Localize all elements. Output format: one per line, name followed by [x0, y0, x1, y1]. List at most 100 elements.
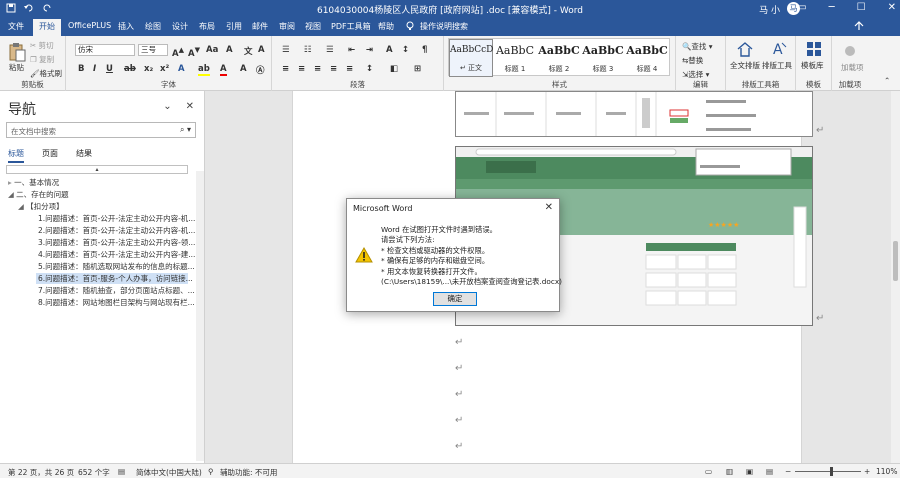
grow-font-icon[interactable]: A▲	[172, 45, 184, 59]
full-layout-button[interactable]: 全文排版	[730, 60, 760, 71]
proofing-icon[interactable]: ▤	[118, 467, 125, 476]
tab-mailings[interactable]: 邮件	[252, 21, 268, 32]
nav-heading[interactable]: 2.问题描述：首页-公开-法定主动公开内容-机...	[38, 225, 195, 236]
subscript-icon[interactable]: x₂	[144, 64, 153, 74]
tab-pdf-toolbox[interactable]: PDF工具箱	[331, 21, 371, 32]
distributed-icon[interactable]: ≡	[346, 64, 353, 74]
multilevel-list-icon[interactable]: ☰	[326, 45, 334, 55]
line-spacing-icon[interactable]: ↕	[366, 64, 373, 74]
zoom-out-icon[interactable]: −	[785, 467, 791, 476]
justify-icon[interactable]: ≡	[330, 64, 337, 74]
borders-icon[interactable]: ⊞	[414, 64, 421, 74]
vertical-scrollbar[interactable]	[891, 91, 900, 463]
paste-icon[interactable]	[8, 42, 26, 62]
align-left-icon[interactable]: ≡	[282, 64, 289, 74]
nav-heading[interactable]: 5.问题描述：随机选取网站发布的信息的标题...	[38, 261, 195, 272]
close-icon[interactable]: ✕	[888, 2, 896, 13]
cut-button[interactable]: ✂ 剪切	[30, 40, 54, 51]
page-count[interactable]: 第 22 页，共 26 页	[8, 467, 74, 478]
template-lib-button[interactable]: 模板库	[801, 60, 824, 71]
accessibility-status[interactable]: 辅助功能: 不可用	[220, 467, 277, 478]
chinese-layout-icon[interactable]: A	[386, 45, 393, 55]
tab-layout[interactable]: 布局	[199, 21, 215, 32]
zoom-slider[interactable]	[795, 471, 861, 472]
ribbon-display-icon[interactable]: ▭	[797, 2, 806, 13]
italic-icon[interactable]: I	[93, 64, 96, 74]
copy-button[interactable]: ❐ 复制	[30, 54, 54, 65]
superscript-icon[interactable]: x²	[160, 64, 169, 74]
find-button[interactable]: 🔍查找 ▾	[682, 41, 713, 52]
underline-icon[interactable]: U	[106, 64, 113, 74]
load-item-button[interactable]: 加载项	[841, 62, 864, 73]
zoom-in-icon[interactable]: +	[864, 467, 870, 476]
search-icon[interactable]: ⌕ ▾	[180, 125, 191, 135]
template-lib-icon[interactable]	[805, 40, 823, 58]
tab-view[interactable]: 视图	[305, 21, 321, 32]
nav-heading[interactable]: 8.问题描述：网站地图栏目架构与网站现有栏...	[38, 297, 195, 308]
zoom-level[interactable]: 110%	[876, 467, 897, 476]
full-layout-icon[interactable]	[736, 40, 754, 58]
nav-heading[interactable]: 7.问题描述：随机抽查，部分页面站点标题、...	[38, 285, 195, 296]
collapse-all-bar[interactable]: ▴	[6, 165, 188, 174]
font-color-icon[interactable]: A	[220, 64, 227, 76]
format-painter-button[interactable]: 🖌格式刷	[30, 68, 62, 79]
bold-icon[interactable]: B	[78, 64, 84, 74]
tab-review[interactable]: 审阅	[279, 21, 295, 32]
zoom-slider-thumb[interactable]	[830, 467, 833, 476]
ok-button[interactable]: 确定	[433, 292, 477, 306]
tab-references[interactable]: 引用	[226, 21, 242, 32]
language[interactable]: 简体中文(中国大陆)	[136, 467, 202, 478]
layout-tool-button[interactable]: 排版工具	[762, 60, 792, 71]
clear-formatting-icon[interactable]: A	[226, 45, 233, 55]
user-name[interactable]: 马 小	[759, 3, 780, 16]
nav-heading[interactable]: ◢ 二、存在的问题	[8, 189, 194, 200]
chevron-down-icon[interactable]: ⌄	[163, 101, 171, 112]
nav-heading[interactable]: 4.问题描述：首页-公开-法定主动公开内容-建...	[38, 249, 195, 260]
paste-button[interactable]: 粘贴	[9, 62, 24, 73]
print-layout-icon[interactable]: ▣	[746, 467, 753, 476]
tab-help[interactable]: 帮助	[378, 21, 394, 32]
nav-heading[interactable]: 1.问题描述：首页-公开-法定主动公开内容-机...	[38, 213, 195, 224]
numbering-icon[interactable]: ☷	[304, 45, 312, 55]
style-normal[interactable]: AaBbCcD ↵ 正文	[449, 39, 493, 77]
increase-indent-icon[interactable]: ⇥	[366, 45, 373, 55]
dialog-close-icon[interactable]: ✕	[545, 202, 553, 213]
tab-home[interactable]: 开始	[33, 19, 61, 36]
tab-design[interactable]: 设计	[172, 21, 188, 32]
nav-scrollbar[interactable]	[196, 171, 204, 461]
maximize-icon[interactable]: ☐	[857, 2, 866, 13]
nav-search-input[interactable]: 在文档中搜索 ⌕ ▾	[6, 122, 196, 138]
layout-tool-icon[interactable]: A	[770, 40, 788, 58]
nav-heading[interactable]: ◢ 【扣分项】	[18, 201, 194, 212]
tab-headings[interactable]: 标题	[8, 148, 24, 163]
align-right-icon[interactable]: ≡	[314, 64, 321, 74]
align-center-icon[interactable]: ≡	[298, 64, 305, 74]
tab-officeplus[interactable]: OfficePLUS	[68, 21, 111, 30]
scroll-thumb[interactable]	[893, 241, 898, 281]
word-count[interactable]: 652 个字	[78, 467, 110, 478]
style-heading-1[interactable]: AaBbC 标题 1	[493, 39, 537, 77]
phonetic-guide-icon[interactable]: 文	[244, 45, 253, 57]
highlight-icon[interactable]: ab	[198, 64, 210, 76]
char-border-icon[interactable]: Ⓐ	[256, 64, 265, 76]
nav-heading-selected[interactable]: 6.问题描述：首页-服务-个人办事，访问链接...	[36, 273, 193, 284]
show-marks-icon[interactable]: ¶	[422, 45, 427, 55]
enclose-char-icon[interactable]: A	[258, 45, 265, 55]
tell-me-search[interactable]: 操作说明搜索	[420, 21, 468, 32]
bullets-icon[interactable]: ☰	[282, 45, 290, 55]
addin-icon[interactable]	[841, 42, 859, 60]
font-name-select[interactable]: 仿宋	[75, 44, 135, 56]
char-shading-icon[interactable]: A	[240, 64, 247, 74]
nav-heading[interactable]: ▸ 一、基本情况	[8, 177, 194, 188]
focus-icon[interactable]: ▭	[705, 467, 712, 476]
tab-pages[interactable]: 页面	[42, 148, 58, 163]
replace-button[interactable]: ⇆替换	[682, 55, 703, 66]
minimize-icon[interactable]: ─	[829, 2, 835, 13]
collapse-ribbon-icon[interactable]: ⌃	[884, 76, 890, 85]
read-mode-icon[interactable]: ▥	[726, 467, 733, 476]
nav-heading[interactable]: 3.问题描述：首页-公开-法定主动公开内容-领...	[38, 237, 195, 248]
close-icon[interactable]: ✕	[186, 101, 194, 112]
embedded-image-table[interactable]	[455, 91, 813, 137]
sort-icon[interactable]: ↕	[402, 45, 409, 55]
text-effects-icon[interactable]: A	[178, 64, 185, 74]
